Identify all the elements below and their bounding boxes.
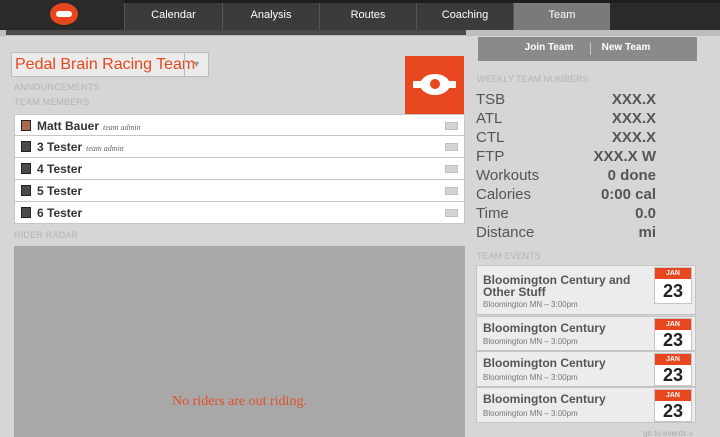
event-month: JAN — [655, 268, 691, 279]
stat-value: XXX.X — [611, 129, 656, 146]
tab-coaching[interactable]: Coaching — [416, 3, 513, 30]
stat-value: XXX.X W — [593, 148, 656, 165]
member-name-wrap: 3 Tester team admin — [37, 140, 124, 154]
event-month: JAN — [655, 390, 691, 401]
tab-calendar[interactable]: Calendar — [124, 3, 222, 30]
top-nav-bar: Calendar Analysis Routes Coaching Team — [0, 0, 720, 30]
member-name: 4 Tester — [37, 162, 83, 176]
stat-name: TSB — [476, 91, 506, 108]
logo-slot — [0, 0, 124, 30]
event-subtitle: Bloomington MN – 3:00pm — [483, 373, 578, 382]
tab-routes[interactable]: Routes — [319, 3, 416, 30]
member-name-wrap: Matt Bauer team admin — [37, 119, 141, 133]
event-date-badge: JAN 23 — [654, 353, 692, 386]
team-events-label: TEAM EVENTS — [477, 251, 541, 261]
event-date-badge: JAN 23 — [654, 318, 692, 351]
team-selector[interactable]: Pedal Brain Racing Team ▼ — [11, 52, 209, 77]
tab-analysis[interactable]: Analysis — [222, 3, 319, 30]
new-team-button[interactable]: New Team — [591, 37, 661, 61]
avatar — [21, 120, 31, 131]
event-item[interactable]: Bloomington Century Bloomington MN – 3:0… — [476, 387, 696, 423]
stat-name: ATL — [476, 110, 503, 127]
avatar — [21, 207, 31, 218]
event-day: 23 — [662, 330, 684, 350]
event-item[interactable]: Bloomington Century and Other Stuff Bloo… — [476, 265, 696, 315]
stat-value: 0:00 cal — [600, 186, 656, 203]
avatar — [21, 163, 31, 174]
list-item[interactable]: 6 Tester — [14, 202, 465, 224]
stat-row: Distance mi — [476, 224, 696, 244]
event-date-badge: JAN 23 — [654, 389, 692, 422]
event-date-badge: JAN 23 — [654, 267, 692, 304]
member-name: 6 Tester — [37, 206, 83, 220]
event-month: JAN — [655, 319, 691, 330]
mail-icon[interactable] — [445, 209, 458, 217]
go-to-events-link[interactable]: go to events » — [643, 429, 693, 437]
team-members-label: TEAM MEMBERS — [14, 97, 90, 107]
event-item[interactable]: Bloomington Century Bloomington MN – 3:0… — [476, 351, 696, 387]
event-subtitle: Bloomington MN – 3:00pm — [483, 409, 578, 418]
member-role: team admin — [86, 144, 124, 153]
stat-name: Time — [476, 205, 509, 222]
event-subtitle: Bloomington MN – 3:00pm — [483, 337, 578, 346]
list-item[interactable]: 5 Tester — [14, 180, 465, 202]
stat-name: Distance — [476, 224, 535, 241]
stat-value: 0.0 — [635, 205, 656, 222]
mail-icon[interactable] — [445, 187, 458, 195]
event-day: 23 — [662, 365, 684, 385]
stat-row: ATL XXX.X — [476, 110, 696, 130]
stat-row: Calories 0:00 cal — [476, 186, 696, 206]
avatar — [21, 185, 31, 196]
member-role: team admin — [103, 123, 141, 132]
nav-filler — [610, 3, 720, 30]
stat-name: Calories — [476, 186, 532, 203]
weekly-numbers-label: WEEKLY TEAM NUMBERS — [477, 74, 589, 84]
stat-name: Workouts — [476, 167, 540, 184]
list-item[interactable]: 4 Tester — [14, 158, 465, 180]
join-team-button[interactable]: Join Team — [508, 37, 590, 61]
stat-row: FTP XXX.X W — [476, 148, 696, 168]
list-item[interactable]: Matt Bauer team admin — [14, 114, 465, 136]
event-subtitle: Bloomington MN – 3:00pm — [483, 300, 578, 309]
tab-team[interactable]: Team — [513, 3, 610, 30]
event-item[interactable]: Bloomington Century Bloomington MN – 3:0… — [476, 316, 696, 351]
mail-icon[interactable] — [445, 122, 458, 130]
logo-dot-shape — [430, 79, 440, 89]
team-member-list: Matt Bauer team admin 3 Tester team admin … — [14, 114, 465, 224]
member-name: 3 Tester — [37, 140, 83, 154]
stat-name: FTP — [476, 148, 505, 165]
sub-nav-highlight — [6, 30, 466, 35]
event-month: JAN — [655, 354, 691, 365]
rider-radar-label: RIDER RADAR — [14, 230, 79, 240]
list-item[interactable]: 3 Tester team admin — [14, 136, 465, 158]
team-logo — [405, 56, 464, 114]
rider-radar-panel[interactable]: No riders are out riding. — [14, 246, 465, 437]
stat-row: Workouts 0 done — [476, 167, 696, 187]
event-day: 23 — [662, 401, 684, 421]
team-actions-bar: Join Team New Team — [478, 37, 697, 61]
stat-row: TSB XXX.X — [476, 91, 696, 111]
team-name: Pedal Brain Racing Team — [15, 56, 196, 73]
event-title: Bloomington Century — [483, 392, 606, 406]
event-day: 23 — [662, 281, 684, 301]
stat-name: CTL — [476, 129, 505, 146]
event-title: Bloomington Century — [483, 321, 606, 335]
stat-value: 0 done — [607, 167, 656, 184]
stat-value: XXX.X — [611, 110, 656, 127]
member-name: Matt Bauer — [37, 119, 100, 133]
avatar — [21, 141, 31, 152]
radar-empty-message: No riders are out riding. — [172, 394, 307, 409]
event-title: Bloomington Century — [483, 356, 606, 370]
member-name: 5 Tester — [37, 184, 83, 198]
stat-value: XXX.X — [611, 91, 656, 108]
chevron-down-icon[interactable]: ▼ — [184, 53, 208, 76]
event-title: Bloomington Century and Other Stuff — [483, 273, 631, 299]
stat-row: Time 0.0 — [476, 205, 696, 225]
app-logo-icon[interactable] — [50, 3, 78, 25]
stat-value: mi — [638, 224, 656, 241]
mail-icon[interactable] — [445, 143, 458, 151]
mail-icon[interactable] — [445, 165, 458, 173]
stat-row: CTL XXX.X — [476, 129, 696, 149]
announcements-label: ANNOUNCEMENTS — [14, 82, 100, 92]
